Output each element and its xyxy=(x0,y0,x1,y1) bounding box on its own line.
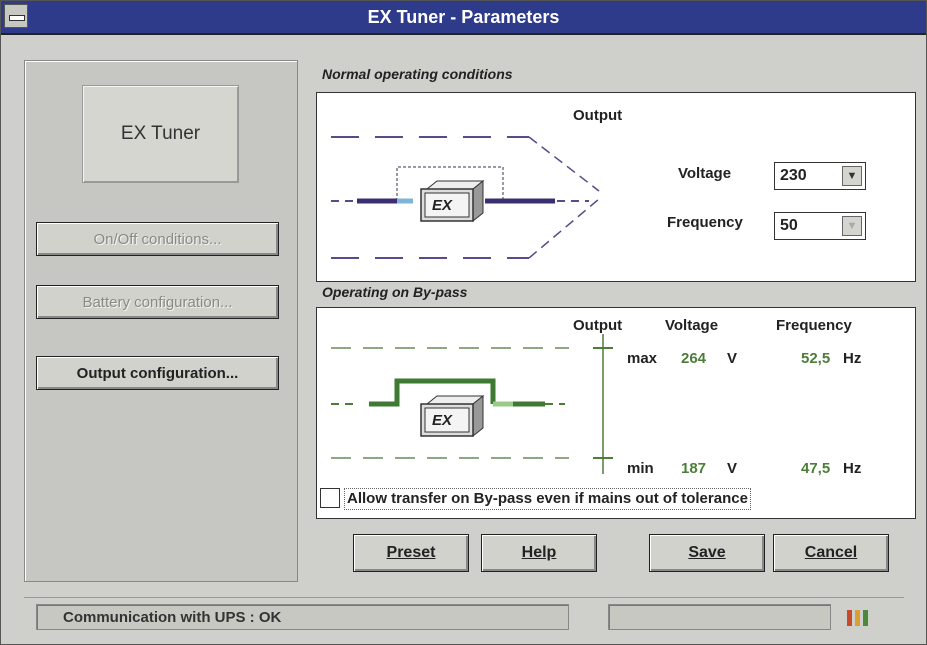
preset-button-label: Preset xyxy=(386,544,436,561)
bypass-voltage-header: Voltage xyxy=(665,317,719,334)
voltage-select[interactable]: 230 ▼ xyxy=(774,162,866,190)
min-voltage-unit: V xyxy=(727,460,738,477)
title-bar: EX Tuner - Parameters xyxy=(1,1,926,35)
bypass-output-header: Output xyxy=(573,317,623,334)
status-field-empty xyxy=(608,604,831,630)
voltage-label: Voltage xyxy=(678,165,732,182)
min-frequency-value: 47,5 xyxy=(801,460,831,477)
bypass-ex-label: EX xyxy=(432,412,453,429)
voltage-value: 230 xyxy=(780,167,807,184)
window-title: EX Tuner - Parameters xyxy=(367,7,560,27)
normal-section-title: Normal operating conditions xyxy=(322,66,513,82)
on-off-conditions-button[interactable]: On/Off conditions... xyxy=(36,222,279,256)
normal-output-label: Output xyxy=(573,107,623,124)
help-button-label: Help xyxy=(521,544,557,561)
frequency-select[interactable]: 50 ▼ xyxy=(774,212,866,240)
min-label: min xyxy=(627,460,654,477)
cancel-button-label: Cancel xyxy=(804,544,858,561)
normal-diagram xyxy=(331,136,600,259)
bypass-frequency-header: Frequency xyxy=(776,317,852,334)
signal-indicator-icon xyxy=(847,610,868,626)
ex-tuner-logo: EX Tuner xyxy=(82,85,239,183)
normal-ex-label: EX xyxy=(432,197,453,214)
battery-configuration-button[interactable]: Battery configuration... xyxy=(36,285,279,319)
bypass-section-title: Operating on By-pass xyxy=(322,284,468,300)
voltage-dropdown-arrow-icon[interactable]: ▼ xyxy=(842,166,862,186)
frequency-label: Frequency xyxy=(667,214,743,231)
save-button-label: Save xyxy=(688,544,726,561)
preset-button[interactable]: Preset xyxy=(353,534,469,572)
main-window: EX Tuner - Parameters EX Tuner On/Off co… xyxy=(0,0,927,645)
cancel-button[interactable]: Cancel xyxy=(773,534,889,572)
frequency-value: 50 xyxy=(780,217,798,234)
normal-operating-group: EX Output Voltage Frequency 230 ▼ 50 ▼ xyxy=(316,92,916,282)
max-label: max xyxy=(627,350,658,367)
max-frequency-unit: Hz xyxy=(843,350,862,367)
max-frequency-value: 52,5 xyxy=(801,350,831,367)
communication-status: Communication with UPS : OK xyxy=(36,604,569,630)
max-voltage-value: 264 xyxy=(681,350,707,367)
save-button[interactable]: Save xyxy=(649,534,765,572)
max-voltage-unit: V xyxy=(727,350,738,367)
output-configuration-button[interactable]: Output configuration... xyxy=(36,356,279,390)
min-voltage-value: 187 xyxy=(681,460,707,477)
allow-transfer-checkbox[interactable] xyxy=(320,488,340,508)
bypass-diagram xyxy=(331,334,613,474)
allow-transfer-label[interactable]: Allow transfer on By-pass even if mains … xyxy=(344,488,751,510)
help-button[interactable]: Help xyxy=(481,534,597,572)
left-panel: EX Tuner On/Off conditions... Battery co… xyxy=(24,60,298,582)
frequency-dropdown-arrow-icon[interactable]: ▼ xyxy=(842,216,862,236)
min-frequency-unit: Hz xyxy=(843,460,862,477)
